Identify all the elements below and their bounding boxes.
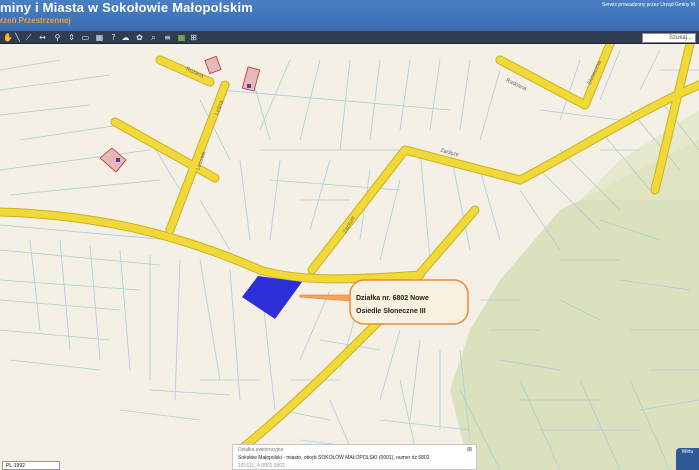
print-icon[interactable]: ⇕ bbox=[67, 33, 76, 42]
layers-icon[interactable]: ▭ bbox=[81, 33, 90, 42]
service-note: Serwis prowadzony przez Urząd Gminy M bbox=[601, 2, 695, 8]
hand-icon[interactable]: ✋ bbox=[3, 33, 13, 42]
popup-parcel-id: 181611_4.0001.6802 bbox=[238, 463, 285, 469]
app-title: miny i Miasta w Sokołowie Małopolskim bbox=[0, 0, 254, 15]
callout-line-2: Osiedle Słoneczne III bbox=[356, 308, 426, 315]
info-icon[interactable]: ⚲ bbox=[53, 33, 62, 42]
callout-label: Działka nr. 6802 Nowe Osiedle Słoneczne … bbox=[356, 292, 466, 318]
settings-icon[interactable]: ☁ bbox=[121, 33, 130, 42]
help-icon[interactable]: ? bbox=[109, 33, 118, 42]
map-canvas[interactable] bbox=[0, 44, 699, 470]
legend-icon[interactable]: ≡ bbox=[163, 33, 172, 42]
popup-title: Działka ewidencyjna bbox=[238, 447, 284, 453]
popup-parcel-description: Sokołów Małopolski - miasto, obręb SOKOŁ… bbox=[238, 455, 430, 461]
home-icon[interactable]: ▦ bbox=[177, 33, 186, 42]
select-icon[interactable]: ▦ bbox=[95, 33, 104, 42]
parcel-info-popup: Działka ewidencyjna Sokołów Małopolski -… bbox=[232, 444, 477, 470]
map-toolbar: ✋ ╲ ⟋ ↔ ⚲ ⇕ ▭ ▦ ? ☁ ✿ ⌕ ≡ ▦ ⊞ Szukaj... bbox=[0, 31, 699, 44]
measure-area-icon[interactable]: ⟋ bbox=[24, 33, 33, 42]
app-subtitle: rzeń Przestrzennej bbox=[0, 16, 71, 25]
callout-line-1: Działka nr. 6802 Nowe bbox=[356, 295, 429, 302]
app-header: miny i Miasta w Sokołowie Małopolskim rz… bbox=[0, 0, 699, 31]
coordinates-icon[interactable]: ⌕ bbox=[149, 33, 158, 42]
coordinate-system-select[interactable]: PL-1992 bbox=[2, 461, 60, 470]
map-tool-icon[interactable]: ⊞ bbox=[189, 33, 198, 42]
zoom-extent-icon[interactable]: ↔ bbox=[38, 33, 47, 42]
measure-line-icon[interactable]: ╲ bbox=[13, 33, 22, 42]
search-map-icon[interactable]: ✿ bbox=[135, 33, 144, 42]
virtual-tour-button[interactable]: Wirtu bbox=[676, 448, 699, 470]
search-input[interactable]: Szukaj... bbox=[642, 33, 696, 43]
close-icon[interactable]: ⊠ bbox=[467, 446, 472, 453]
